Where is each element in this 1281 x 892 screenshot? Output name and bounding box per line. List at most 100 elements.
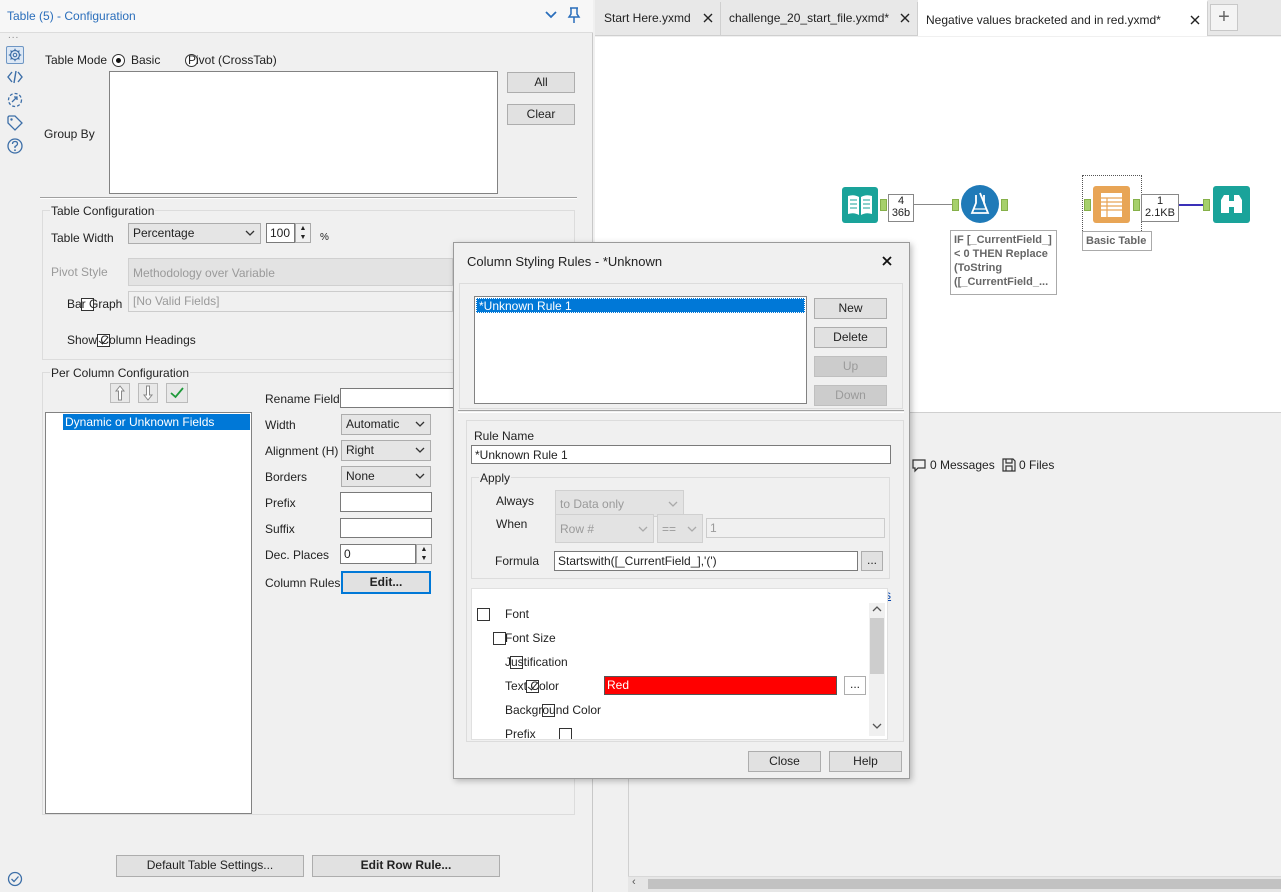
alignment-select[interactable]: Right (341, 440, 431, 461)
browse-tool[interactable] (1213, 186, 1250, 223)
code-icon[interactable] (6, 68, 24, 86)
scrollbar-thumb[interactable] (648, 879, 1281, 889)
new-rule-button[interactable]: New (814, 298, 887, 319)
column-rules-label: Column Rules (265, 576, 341, 590)
width-value: Automatic (346, 417, 400, 431)
messages-icon[interactable] (911, 457, 927, 473)
bar-graph-label: Bar Graph (67, 297, 123, 311)
close-icon[interactable] (702, 12, 714, 24)
always-target-select[interactable]: to Data only (555, 490, 684, 517)
formula-editor-button[interactable]: ... (861, 551, 883, 571)
chevron-down-icon (245, 230, 255, 236)
move-up-button[interactable] (110, 383, 130, 403)
input-anchor[interactable] (1084, 199, 1091, 211)
checkmark-icon (170, 387, 184, 399)
background-color-label: Background Color (505, 703, 602, 717)
book-icon (848, 195, 872, 215)
arrow-up-icon (114, 385, 126, 401)
dec-places-input[interactable]: 0 (340, 544, 416, 564)
scrollbar-thumb[interactable] (870, 618, 884, 674)
messages-count[interactable]: 0 Messages (930, 458, 995, 472)
basic-table-tool[interactable] (1093, 186, 1130, 223)
annotation-line: (ToString (954, 262, 1003, 274)
default-table-settings-button[interactable]: Default Table Settings... (116, 855, 304, 877)
rule-name-label: Rule Name (474, 429, 535, 443)
close-button[interactable]: Close (748, 751, 821, 772)
move-rule-down-button[interactable]: Down (814, 385, 887, 406)
all-button[interactable]: All (507, 72, 575, 93)
record-count: 4 (897, 195, 905, 207)
rename-field-input[interactable] (340, 388, 455, 408)
scroll-down-icon[interactable] (872, 721, 882, 731)
help-button[interactable]: Help (829, 751, 902, 772)
output-anchor[interactable] (1001, 199, 1008, 211)
borders-select[interactable]: None (341, 466, 431, 487)
close-icon[interactable] (899, 12, 911, 24)
help-icon[interactable] (6, 137, 24, 155)
files-count[interactable]: 0 Files (1019, 458, 1054, 472)
pivot-style-select[interactable]: Methodology over Variable (128, 258, 453, 286)
field-item[interactable]: Dynamic or Unknown Fields (63, 414, 250, 430)
properties-viewport: Font Font Size Justification Text Color … (472, 600, 868, 739)
group-by-list[interactable] (109, 71, 498, 194)
prefix-input[interactable] (340, 492, 432, 512)
table-width-unit: % (320, 232, 329, 243)
table-configuration-title: Table Configuration (50, 204, 156, 218)
tab-negative-values[interactable]: Negative values bracketed and in red.yxm… (918, 0, 1208, 36)
edit-row-rule-button[interactable]: Edit Row Rule... (312, 855, 500, 877)
tab-start-here[interactable]: Start Here.yxmd (596, 2, 721, 35)
text-color-picker-button[interactable]: ... (844, 676, 866, 695)
scroll-up-icon[interactable] (872, 604, 882, 614)
pin-icon[interactable] (566, 6, 582, 24)
table-width-input[interactable]: 100 (266, 223, 295, 243)
bar-graph-field-select[interactable]: [No Valid Fields] (128, 291, 453, 312)
fields-list[interactable] (45, 412, 252, 814)
scroll-left-icon[interactable]: ‹ (632, 876, 636, 888)
formula-input[interactable]: Startswith([_CurrentField_],'(') (554, 551, 858, 571)
add-tab-button[interactable]: + (1210, 4, 1238, 31)
show-column-headings-label: Show Column Headings (67, 333, 196, 347)
delete-rule-button[interactable]: Delete (814, 327, 887, 348)
check-circle-icon[interactable] (6, 870, 24, 888)
close-icon[interactable] (880, 254, 894, 268)
text-color-swatch[interactable]: Red (604, 676, 837, 695)
output-anchor[interactable] (1133, 199, 1140, 211)
connection-progress-icon[interactable] (6, 91, 24, 109)
tab-challenge-20[interactable]: challenge_20_start_file.yxmd* (721, 2, 918, 35)
move-down-button[interactable] (138, 383, 158, 403)
rule-name-input[interactable]: *Unknown Rule 1 (471, 445, 891, 464)
when-operator-value: == (662, 522, 677, 536)
font-label: Font (505, 607, 530, 621)
when-field-value: Row # (560, 522, 595, 536)
rule-item[interactable]: *Unknown Rule 1 (476, 298, 805, 313)
input-data-tool[interactable] (842, 187, 878, 223)
close-icon[interactable] (1189, 14, 1201, 26)
edit-column-rules-button[interactable]: Edit... (341, 571, 431, 594)
when-operator-select[interactable]: == (657, 514, 703, 543)
dec-places-spinner[interactable]: ▲ ▼ (416, 544, 432, 564)
move-rule-up-button[interactable]: Up (814, 356, 887, 377)
width-select[interactable]: Automatic (341, 414, 431, 435)
font-checkbox[interactable] (477, 608, 490, 622)
more-options[interactable]: ... (8, 30, 19, 41)
table-width-mode-select[interactable]: Percentage (128, 223, 261, 244)
suffix-input[interactable] (340, 518, 432, 538)
annotation-line: ([_CurrentField_... (954, 276, 1049, 288)
arrow-down-icon (142, 385, 154, 401)
mode-basic-label: Basic (131, 53, 161, 67)
table-width-spinner[interactable]: ▲ ▼ (295, 223, 311, 243)
clear-button[interactable]: Clear (507, 104, 575, 125)
multi-field-formula-tool[interactable] (961, 185, 999, 223)
check-all-button[interactable] (166, 383, 188, 403)
file-save-icon[interactable] (1001, 457, 1017, 473)
output-anchor[interactable] (880, 199, 887, 211)
chevron-down-icon[interactable] (544, 8, 558, 22)
gear-icon[interactable] (6, 46, 24, 64)
prefix-checkbox[interactable] (558, 728, 572, 739)
input-anchor[interactable] (952, 199, 959, 211)
tag-icon[interactable] (6, 114, 24, 132)
input-anchor[interactable] (1203, 199, 1210, 211)
formula-annotation: IF [_CurrentField_] < 0 THEN Replace (To… (950, 230, 1057, 295)
when-value-input[interactable]: 1 (706, 518, 885, 538)
when-field-select[interactable]: Row # (555, 514, 654, 543)
